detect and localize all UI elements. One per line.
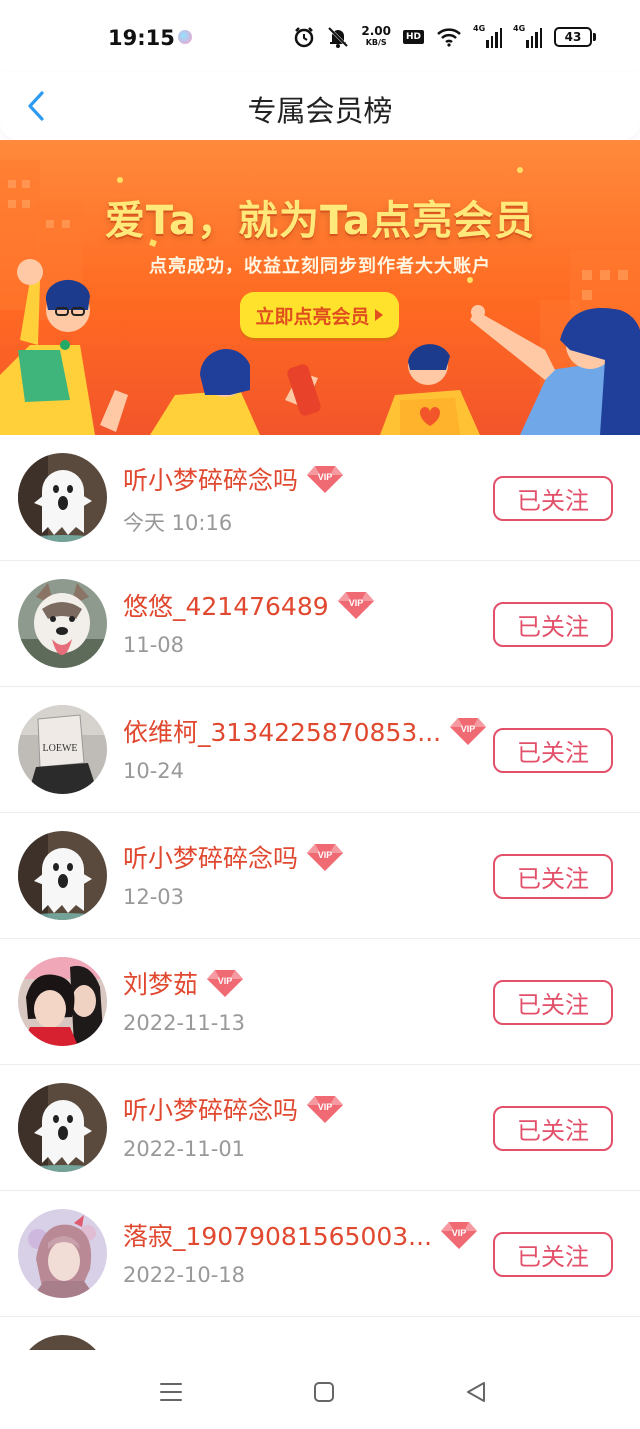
member-row-partial: [0, 1317, 640, 1350]
member-name[interactable]: 听小梦碎碎念吗: [123, 461, 298, 497]
member-time: 12-03: [123, 885, 185, 909]
member-name[interactable]: 落寂_19079081565003...: [123, 1217, 432, 1253]
promo-banner[interactable]: 爱Ta，就为Ta点亮会员 点亮成功，收益立刻同步到作者大大账户 立即点亮会员: [0, 140, 640, 435]
member-name[interactable]: 依维柯_3134225870853...: [123, 713, 441, 749]
member-name[interactable]: 悠悠_421476489: [123, 587, 329, 623]
ghost-avatar[interactable]: [18, 453, 107, 542]
portrait-avatar[interactable]: [18, 1209, 107, 1298]
member-name-wrap: 悠悠_421476489 VIP: [123, 587, 375, 623]
battery-level: 43: [554, 27, 592, 47]
ghost-avatar[interactable]: [18, 831, 107, 920]
banner-illustration: [0, 160, 640, 435]
menu-icon: [160, 1383, 182, 1401]
vip-diamond-icon: VIP: [337, 592, 374, 619]
system-back-button[interactable]: [456, 1372, 496, 1412]
vip-diamond-icon: VIP: [307, 844, 344, 871]
square-home-icon: [314, 1382, 334, 1402]
status-icons: 2.00 KB/S HD 4G 4G 43: [293, 22, 596, 52]
network-speed: 2.00 KB/S: [361, 24, 391, 48]
svg-text:VIP: VIP: [218, 976, 233, 986]
member-list[interactable]: 听小梦碎碎念吗 VIP 今天 10:16 已关注 悠悠_421476489 VI…: [0, 435, 640, 1350]
recent-apps-button[interactable]: [151, 1372, 191, 1412]
system-nav-bar: [0, 1350, 640, 1429]
ghost-avatar[interactable]: [18, 1083, 107, 1172]
member-name-wrap: 刘梦茹 VIP: [123, 965, 244, 1001]
svg-text:VIP: VIP: [318, 1102, 333, 1112]
play-triangle-icon: [374, 309, 383, 321]
hd-badge: HD: [402, 30, 424, 44]
followed-button[interactable]: 已关注: [493, 980, 613, 1025]
box-head-avatar[interactable]: LOEWE: [18, 705, 107, 794]
member-time: 2022-11-13: [123, 1011, 246, 1035]
signal-4g-1-icon: 4G: [473, 24, 502, 48]
member-row[interactable]: 落寂_19079081565003... VIP 2022-10-18 已关注: [0, 1191, 640, 1317]
selfie-avatar[interactable]: [18, 957, 107, 1046]
net-speed-value: 2.00: [361, 24, 391, 38]
member-time: 2022-11-01: [123, 1137, 246, 1161]
dog-avatar[interactable]: [18, 579, 107, 668]
member-row[interactable]: 刘梦茹 VIP 2022-11-13 已关注: [0, 939, 640, 1065]
member-time: 今天 10:16: [123, 511, 233, 535]
member-row[interactable]: LOEWE 依维柯_3134225870853... VIP 10-24 已关注: [0, 687, 640, 813]
member-name-wrap: 落寂_19079081565003... VIP: [123, 1217, 478, 1253]
svg-text:LOEWE: LOEWE: [43, 743, 78, 754]
member-name[interactable]: 刘梦茹: [123, 965, 198, 1001]
member-name-wrap: 依维柯_3134225870853... VIP: [123, 713, 487, 749]
vip-diamond-icon: VIP: [307, 1096, 344, 1123]
status-bar: 19:15 2.00 KB/S HD 4G 4G 43: [0, 0, 640, 72]
followed-button[interactable]: 已关注: [493, 602, 613, 647]
followed-button[interactable]: 已关注: [493, 1232, 613, 1277]
status-time: 19:15: [108, 26, 175, 50]
followed-button[interactable]: 已关注: [493, 728, 613, 773]
signal-1-label: 4G: [473, 24, 486, 33]
member-row[interactable]: 悠悠_421476489 VIP 11-08 已关注: [0, 561, 640, 687]
svg-text:VIP: VIP: [461, 724, 476, 734]
vip-diamond-icon: VIP: [450, 718, 487, 745]
app-header: 专属会员榜: [0, 72, 640, 140]
followed-button[interactable]: 已关注: [493, 854, 613, 899]
wifi-icon: [437, 28, 461, 47]
member-row[interactable]: 听小梦碎碎念吗 VIP 2022-11-01 已关注: [0, 1065, 640, 1191]
signal-2-label: 4G: [513, 24, 526, 33]
member-name-wrap: 听小梦碎碎念吗 VIP: [123, 1091, 344, 1127]
followed-button[interactable]: 已关注: [493, 1106, 613, 1151]
member-time: 2022-10-18: [123, 1263, 246, 1287]
battery-icon: 43: [554, 27, 596, 47]
triangle-back-icon: [467, 1382, 485, 1402]
signal-4g-2-icon: 4G: [513, 24, 542, 48]
cta-label: 立即点亮会员: [255, 305, 370, 328]
mute-bell-icon: [328, 26, 349, 48]
page-title: 专属会员榜: [247, 94, 393, 128]
member-name[interactable]: 听小梦碎碎念吗: [123, 1091, 298, 1127]
svg-text:VIP: VIP: [318, 850, 333, 860]
svg-text:VIP: VIP: [318, 472, 333, 482]
vip-diamond-icon: VIP: [441, 1222, 478, 1249]
member-name[interactable]: 听小梦碎碎念吗: [123, 839, 298, 875]
member-time: 10-24: [123, 759, 185, 783]
vip-diamond-icon: VIP: [307, 466, 344, 493]
avatar-partial: [18, 1335, 107, 1350]
svg-text:VIP: VIP: [452, 1228, 467, 1238]
banner-headline: 爱Ta，就为Ta点亮会员: [104, 198, 536, 244]
member-row[interactable]: 听小梦碎碎念吗 VIP 12-03 已关注: [0, 813, 640, 939]
notification-dot-icon: [178, 30, 192, 44]
vip-diamond-icon: VIP: [207, 970, 244, 997]
net-speed-unit: KB/S: [365, 38, 387, 47]
member-name-wrap: 听小梦碎碎念吗 VIP: [123, 461, 344, 497]
svg-text:VIP: VIP: [348, 598, 363, 608]
banner-subtitle: 点亮成功，收益立刻同步到作者大大账户: [149, 256, 491, 277]
member-time: 11-08: [123, 633, 185, 657]
member-row[interactable]: 听小梦碎碎念吗 VIP 今天 10:16 已关注: [0, 435, 640, 561]
member-name-wrap: 听小梦碎碎念吗 VIP: [123, 839, 344, 875]
alarm-icon: [295, 27, 314, 48]
followed-button[interactable]: 已关注: [493, 476, 613, 521]
home-button[interactable]: [304, 1372, 344, 1412]
light-up-membership-button[interactable]: 立即点亮会员: [240, 292, 399, 338]
